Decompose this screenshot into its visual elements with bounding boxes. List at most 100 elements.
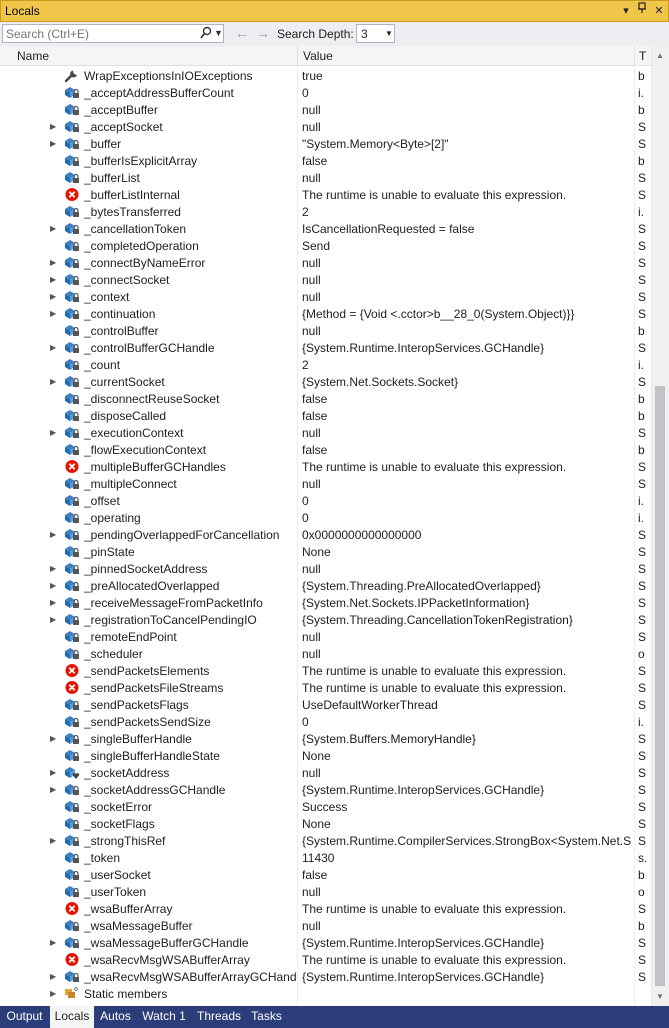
- expand-arrow-icon[interactable]: ▶: [50, 373, 58, 390]
- variable-value[interactable]: null: [302, 256, 632, 270]
- variable-value[interactable]: {System.Runtime.InteropServices.GCHandle…: [302, 936, 632, 950]
- variable-row[interactable]: _wsaMessageBuffer null b: [0, 917, 651, 934]
- variable-value[interactable]: The runtime is unable to evaluate this e…: [302, 664, 632, 678]
- variable-row[interactable]: _controlBuffer null b: [0, 322, 651, 339]
- variable-value[interactable]: {System.Threading.CancellationTokenRegis…: [302, 613, 632, 627]
- variable-value[interactable]: null: [302, 766, 632, 780]
- search-box[interactable]: ▼: [2, 24, 224, 43]
- expand-arrow-icon[interactable]: ▶: [50, 577, 58, 594]
- variable-row[interactable]: ▶ Static members: [0, 985, 651, 1002]
- expand-arrow-icon[interactable]: ▶: [50, 305, 58, 322]
- search-forward-arrow-icon[interactable]: →: [256, 25, 270, 41]
- variable-value[interactable]: {System.Runtime.InteropServices.GCHandle…: [302, 970, 632, 984]
- variable-value[interactable]: 0x0000000000000000: [302, 528, 632, 542]
- variable-value[interactable]: null: [302, 273, 632, 287]
- variable-value[interactable]: {System.Net.Sockets.IPPacketInformation}: [302, 596, 632, 610]
- scroll-down-arrow-icon[interactable]: ▼: [656, 992, 664, 1001]
- variable-row[interactable]: _disposeCalled false b: [0, 407, 651, 424]
- variable-value[interactable]: The runtime is unable to evaluate this e…: [302, 902, 632, 916]
- variable-row[interactable]: _bufferList null S: [0, 169, 651, 186]
- variable-value[interactable]: {Method = {Void <.cctor>b__28_0(System.O…: [302, 307, 632, 321]
- variable-value[interactable]: {System.Net.Sockets.Socket}: [302, 375, 632, 389]
- variable-row[interactable]: _multipleBufferGCHandles The runtime is u…: [0, 458, 651, 475]
- tab-tasks[interactable]: Tasks: [247, 1006, 286, 1028]
- variable-row[interactable]: _sendPacketsElements The runtime is unabl…: [0, 662, 651, 679]
- variable-value[interactable]: {System.Threading.PreAllocatedOverlapped…: [302, 579, 632, 593]
- variable-row[interactable]: _bufferIsExplicitArray false b: [0, 152, 651, 169]
- variable-value[interactable]: None: [302, 749, 632, 763]
- variable-value[interactable]: The runtime is unable to evaluate this e…: [302, 460, 632, 474]
- variable-row[interactable]: _sendPacketsFlags UseDefaultWorkerThread S: [0, 696, 651, 713]
- variable-row[interactable]: _userToken null o: [0, 883, 651, 900]
- tab-locals[interactable]: Locals: [50, 1006, 94, 1028]
- variable-value[interactable]: UseDefaultWorkerThread: [302, 698, 632, 712]
- variable-row[interactable]: WrapExceptionsInIOExceptions true b: [0, 67, 651, 84]
- variable-row[interactable]: ▶ _socketAddress null S: [0, 764, 651, 781]
- variable-value[interactable]: 0: [302, 494, 632, 508]
- variable-value[interactable]: 2: [302, 205, 632, 219]
- variable-row[interactable]: ▶ _currentSocket {System.Net.Sockets.Socke…: [0, 373, 651, 390]
- column-header-value[interactable]: Value: [303, 49, 333, 63]
- variable-value[interactable]: {System.Buffers.MemoryHandle}: [302, 732, 632, 746]
- variable-value[interactable]: The runtime is unable to evaluate this e…: [302, 953, 632, 967]
- search-back-arrow-icon[interactable]: ←: [235, 25, 249, 41]
- variable-row[interactable]: ▶ _buffer "System.Memory<Byte>[2]" S: [0, 135, 651, 152]
- search-depth-select[interactable]: 3 ▼: [356, 24, 395, 43]
- variable-value[interactable]: true: [302, 69, 632, 83]
- vertical-scrollbar[interactable]: ▲ ▼: [651, 46, 669, 1006]
- column-divider[interactable]: [297, 46, 298, 65]
- variable-row[interactable]: ▶ _wsaRecvMsgWSABufferArrayGCHandle {Syste…: [0, 968, 651, 985]
- variable-row[interactable]: _token 11430 s.: [0, 849, 651, 866]
- tab-autos[interactable]: Autos: [95, 1006, 136, 1028]
- variable-row[interactable]: ▶ _continuation {Method = {Void <.cctor>b_…: [0, 305, 651, 322]
- variable-value[interactable]: null: [302, 919, 632, 933]
- variable-row[interactable]: ▶ _receiveMessageFromPacketInfo {System.Ne…: [0, 594, 651, 611]
- variable-value[interactable]: false: [302, 409, 632, 423]
- variable-row[interactable]: _flowExecutionContext false b: [0, 441, 651, 458]
- variable-value[interactable]: 0: [302, 715, 632, 729]
- variable-row[interactable]: ▶ _cancellationToken IsCancellationRequest…: [0, 220, 651, 237]
- variable-value[interactable]: The runtime is unable to evaluate this e…: [302, 681, 632, 695]
- variable-row[interactable]: ▶ _connectSocket null S: [0, 271, 651, 288]
- tab-output[interactable]: Output: [0, 1006, 49, 1028]
- variable-value[interactable]: false: [302, 154, 632, 168]
- variable-value[interactable]: "System.Memory<Byte>[2]": [302, 137, 632, 151]
- variable-row[interactable]: _singleBufferHandleState None S: [0, 747, 651, 764]
- variable-row[interactable]: _offset 0 i.: [0, 492, 651, 509]
- expand-arrow-icon[interactable]: ▶: [50, 118, 58, 135]
- variable-row[interactable]: ▶ _wsaMessageBufferGCHandle {System.Runtim…: [0, 934, 651, 951]
- variable-row[interactable]: ▶ _socketAddressGCHandle {System.Runtime.I…: [0, 781, 651, 798]
- variable-value[interactable]: 0: [302, 511, 632, 525]
- variable-value[interactable]: Success: [302, 800, 632, 814]
- search-options-dropdown-icon[interactable]: ▼: [214, 25, 223, 42]
- variable-row[interactable]: _disconnectReuseSocket false b: [0, 390, 651, 407]
- expand-arrow-icon[interactable]: ▶: [50, 985, 58, 1002]
- variable-row[interactable]: _bufferListInternal The runtime is unable…: [0, 186, 651, 203]
- variable-value[interactable]: {System.Runtime.CompilerServices.StrongB…: [302, 834, 632, 848]
- search-icon[interactable]: [200, 26, 212, 43]
- variable-row[interactable]: _acceptAddressBufferCount 0 i.: [0, 84, 651, 101]
- scrollbar-thumb[interactable]: [655, 386, 665, 986]
- variable-value[interactable]: false: [302, 443, 632, 457]
- tab-threads[interactable]: Threads: [192, 1006, 246, 1028]
- variable-value[interactable]: Send: [302, 239, 632, 253]
- variable-value[interactable]: null: [302, 562, 632, 576]
- variable-value[interactable]: The runtime is unable to evaluate this e…: [302, 188, 632, 202]
- variable-row[interactable]: ▶ _controlBufferGCHandle {System.Runtime.I…: [0, 339, 651, 356]
- variable-value[interactable]: null: [302, 171, 632, 185]
- variable-row[interactable]: ▶ _pendingOverlappedForCancellation 0x0000…: [0, 526, 651, 543]
- variable-value[interactable]: null: [302, 103, 632, 117]
- expand-arrow-icon[interactable]: ▶: [50, 781, 58, 798]
- variable-value[interactable]: 2: [302, 358, 632, 372]
- variable-value[interactable]: null: [302, 647, 632, 661]
- expand-arrow-icon[interactable]: ▶: [50, 135, 58, 152]
- variable-value[interactable]: {System.Runtime.InteropServices.GCHandle…: [302, 341, 632, 355]
- variable-row[interactable]: _bytesTransferred 2 i.: [0, 203, 651, 220]
- variable-row[interactable]: _remoteEndPoint null S: [0, 628, 651, 645]
- search-input[interactable]: [6, 26, 191, 41]
- column-header-type[interactable]: T: [639, 49, 646, 63]
- column-divider[interactable]: [634, 46, 635, 65]
- variable-value[interactable]: None: [302, 545, 632, 559]
- variable-row[interactable]: ▶ _pinnedSocketAddress null S: [0, 560, 651, 577]
- expand-arrow-icon[interactable]: ▶: [50, 254, 58, 271]
